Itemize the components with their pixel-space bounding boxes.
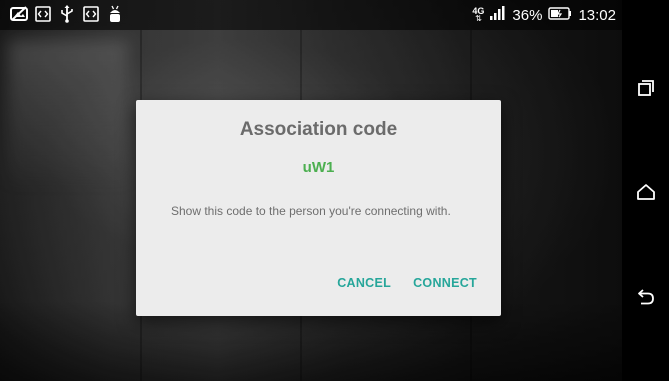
usb-icon (58, 5, 76, 23)
home-button[interactable] (622, 174, 669, 214)
dialog-title: Association code (239, 119, 398, 140)
notification-icons (10, 5, 124, 23)
code-icon (82, 5, 100, 23)
home-icon (636, 183, 656, 206)
navigation-bar (622, 0, 669, 381)
recents-icon (637, 79, 655, 102)
association-code-dialog: Association code uW1 Show this code to t… (136, 100, 501, 316)
clock: 13:02 (578, 6, 616, 24)
battery-percent: 36% (512, 6, 543, 24)
data-arrows-icon: ⇅ (475, 14, 482, 23)
cancel-button[interactable]: CANCEL (337, 276, 391, 290)
status-bar: 4G ⇅ 36% 13:02 (0, 0, 622, 30)
screen: 4G ⇅ 36% 13:02 Association code uW1 Show… (0, 0, 669, 381)
battery-icon (548, 6, 572, 24)
system-indicators: 4G ⇅ 36% 13:02 (472, 6, 616, 24)
connect-button[interactable]: CONNECT (413, 276, 477, 290)
network-4g-icon: 4G ⇅ (472, 7, 484, 23)
image-off-icon (10, 5, 28, 23)
recents-button[interactable] (622, 70, 669, 110)
signal-icon (490, 6, 506, 24)
android-icon (106, 5, 124, 23)
back-icon (637, 288, 655, 311)
back-button[interactable] (622, 279, 669, 319)
dialog-message: Show this code to the person you're conn… (171, 204, 451, 218)
dialog-actions: CANCEL CONNECT (337, 276, 477, 290)
code-icon (34, 5, 52, 23)
association-code: uW1 (302, 159, 335, 176)
